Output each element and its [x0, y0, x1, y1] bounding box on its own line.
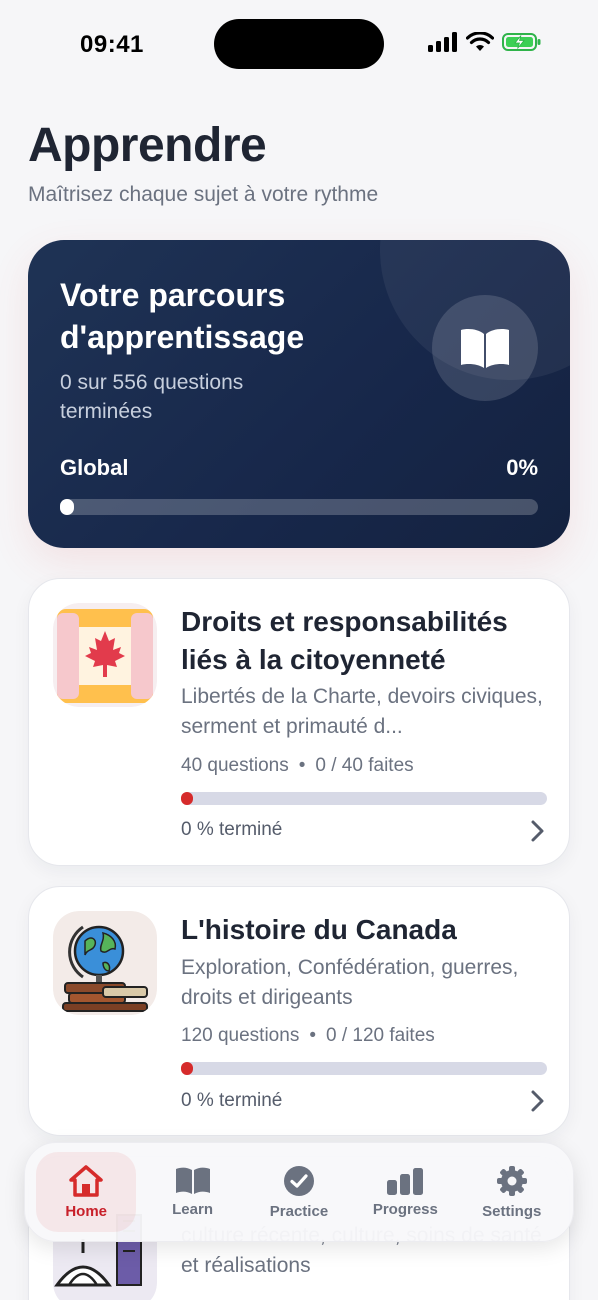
wifi-icon: [466, 32, 494, 51]
global-progress-label: Global: [60, 455, 129, 480]
topic-meta: 120 questions • 0 / 120 faites: [181, 1025, 435, 1047]
topic-question-count: 40 questions: [181, 755, 289, 776]
topic-done-count: 0 / 120 faites: [325, 1025, 435, 1046]
hero-subtitle: 0 sur 556 questions terminées: [60, 371, 244, 423]
maple-leaf-scroll-icon: [53, 603, 157, 707]
tab-label: Progress: [372, 1200, 438, 1218]
global-progress-bar: [60, 499, 538, 515]
tab-label: Settings: [482, 1202, 542, 1220]
hero-title: Votre parcours d'apprentissage: [60, 277, 305, 355]
topic-description: Exploration, Confédération, guerres, dro…: [181, 956, 519, 1009]
topic-title: L'histoire du Canada: [181, 914, 457, 945]
global-progress-percent: 0%: [506, 455, 538, 480]
global-progress-fill: [60, 499, 74, 515]
topic-question-count: 120 questions: [181, 1025, 300, 1046]
status-time: 09:41: [80, 31, 144, 58]
topic-meta: 40 questions • 0 / 40 faites: [181, 755, 414, 777]
battery-charging-icon: [502, 33, 541, 51]
open-book-icon: [432, 295, 538, 401]
dynamic-island: [214, 19, 384, 69]
page-title: Apprendre: [28, 119, 267, 172]
tab-home[interactable]: Home: [36, 1152, 137, 1232]
topic-card-history[interactable]: L'histoire du Canada Exploration, Conféd…: [28, 886, 570, 1136]
tab-practice[interactable]: Practice: [249, 1152, 349, 1232]
topic-title: Droits et responsabilités liés à la cito…: [181, 606, 508, 675]
topic-completion: 0 % terminé: [181, 819, 283, 840]
tab-learn[interactable]: Learn: [143, 1152, 243, 1232]
page-subtitle: Maîtrisez chaque sujet à votre rythme: [28, 183, 379, 206]
learning-journey-card: Votre parcours d'apprentissage 0 sur 556…: [28, 240, 570, 548]
topic-card-rights[interactable]: Droits et responsabilités liés à la cito…: [28, 578, 570, 866]
tab-label: Practice: [269, 1202, 329, 1220]
bar-chart-icon: [387, 1167, 424, 1195]
chevron-right-icon[interactable]: [527, 1089, 547, 1113]
topic-completion: 0 % terminé: [181, 1090, 283, 1111]
separator-dot: •: [309, 1025, 316, 1046]
status-bar: 09:41: [0, 0, 598, 90]
globe-books-icon: [53, 911, 157, 1015]
book-icon: [175, 1167, 210, 1194]
topic-progress-bar: [181, 1062, 547, 1075]
separator-dot: •: [298, 755, 306, 776]
topic-progress-fill: [181, 792, 193, 805]
topic-progress-fill: [181, 1062, 193, 1075]
topic-progress-bar: [181, 792, 547, 805]
chevron-right-icon[interactable]: [527, 819, 547, 843]
tab-progress[interactable]: Progress: [355, 1152, 455, 1232]
topic-done-count: 0 / 40 faites: [315, 755, 414, 776]
status-icons: [428, 32, 542, 52]
tab-settings[interactable]: Settings: [462, 1152, 562, 1232]
tab-label: Home: [65, 1202, 108, 1220]
check-circle-icon: [283, 1165, 314, 1196]
tab-bar: Home Learn Practice Progress Settings: [24, 1142, 574, 1242]
gear-icon: [496, 1165, 527, 1196]
signal-icon: [428, 32, 457, 52]
home-icon: [69, 1164, 103, 1197]
topic-description: Libertés de la Charte, devoirs civiques,…: [181, 685, 543, 738]
tab-label: Learn: [172, 1200, 213, 1218]
